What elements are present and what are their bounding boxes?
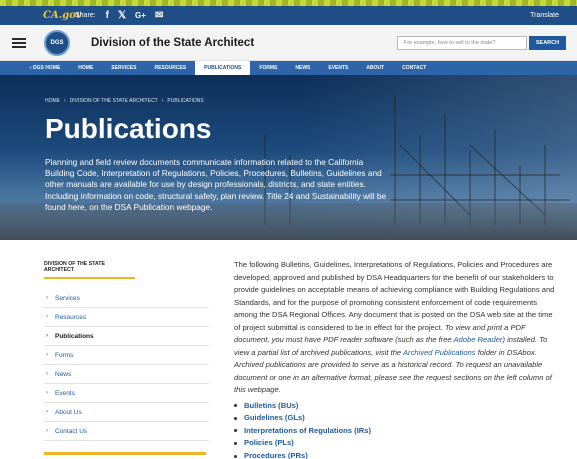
sidebar-item-label: Events: [55, 389, 75, 397]
archived-publications-link[interactable]: Archived Publications: [403, 348, 476, 357]
google-plus-icon[interactable]: G+: [135, 11, 146, 21]
bullet-icon: [234, 429, 237, 433]
sidebar-heading: DIVISION OF THE STATE ARCHITECT: [44, 261, 135, 279]
facebook-icon[interactable]: f: [106, 10, 109, 21]
hero-description: Planning and field review documents comm…: [45, 157, 387, 212]
dgs-seal-logo[interactable]: DGS: [44, 29, 70, 56]
breadcrumb-separator: ›: [161, 98, 164, 104]
nav-item-about[interactable]: ABOUT: [357, 61, 393, 75]
x-icon[interactable]: 𝕏: [118, 10, 126, 21]
link-label: Guidelines (GLs): [244, 413, 305, 423]
link-label: Bulletins (BUs): [244, 400, 299, 410]
nav-item-forms[interactable]: FORMS: [250, 61, 286, 75]
sidebar-item-label: Forms: [55, 351, 74, 359]
adobe-reader-link[interactable]: Adobe Reader: [453, 335, 502, 344]
policies-link[interactable]: Policies (PLs): [234, 437, 559, 450]
sidebar-item-contact-us[interactable]: › Contact Us: [44, 422, 209, 441]
sidebar-item-news[interactable]: › News: [44, 365, 209, 384]
search-input[interactable]: For example, how to sell to the state?: [397, 35, 527, 50]
page-title: Publications: [45, 113, 212, 144]
intro-paragraph: The following Bulletins, Guidelines, Int…: [234, 259, 559, 397]
bullet-icon: [234, 404, 237, 408]
sidebar-item-label: Publications: [55, 332, 94, 340]
chevron-right-icon: ›: [46, 333, 48, 339]
link-label: Procedures (PRs): [244, 450, 308, 459]
bullet-icon: [234, 416, 237, 420]
breadcrumb-current: PUBLICATIONS: [167, 98, 204, 104]
sidebar-item-publications[interactable]: › Publications: [44, 327, 209, 346]
sidebar: DIVISION OF THE STATE ARCHITECT › Service…: [44, 261, 209, 441]
sidebar-item-label: Resources: [55, 313, 87, 321]
breadcrumb-home[interactable]: HOME: [45, 98, 60, 104]
bullet-icon: [234, 454, 237, 458]
chevron-right-icon: ›: [46, 390, 48, 396]
chevron-right-icon: ›: [46, 428, 48, 434]
guidelines-link[interactable]: Guidelines (GLs): [234, 412, 559, 425]
publication-links: Bulletins (BUs) Guidelines (GLs) Interpr…: [234, 400, 559, 459]
site-title[interactable]: Division of the State Architect: [91, 37, 254, 49]
sidebar-item-label: Services: [55, 294, 80, 302]
sidebar-item-label: News: [55, 370, 72, 378]
ca-gov-logo[interactable]: CA.gov: [43, 9, 82, 22]
nav-item-home[interactable]: HOME: [69, 61, 102, 75]
nav-item-events[interactable]: EVENTS: [319, 61, 357, 75]
nav-item-contact[interactable]: CONTACT: [393, 61, 435, 75]
sidebar-footer-accent: [44, 452, 206, 455]
sidebar-item-forms[interactable]: › Forms: [44, 346, 209, 365]
sidebar-item-label: About Us: [55, 408, 82, 416]
translate-link[interactable]: Translate: [530, 12, 559, 19]
nav-item-resources[interactable]: RESOURCES: [145, 61, 195, 75]
chevron-right-icon: ›: [46, 409, 48, 415]
sidebar-list: › Services › Resources › Publications › Form…: [44, 289, 209, 441]
bullet-icon: [234, 442, 237, 446]
sidebar-item-resources[interactable]: › Resources: [44, 308, 209, 327]
sidebar-item-label: Contact Us: [55, 427, 88, 435]
intro-text: The following Bulletins, Guidelines, Int…: [234, 260, 555, 332]
interpretations-link[interactable]: Interpretations of Regulations (IRs): [234, 425, 559, 438]
link-label: Interpretations of Regulations (IRs): [244, 425, 371, 435]
breadcrumb-separator: ›: [64, 98, 66, 104]
nav-item-publications[interactable]: PUBLICATIONS: [195, 61, 251, 75]
chevron-right-icon: ›: [46, 295, 48, 301]
main-content: The following Bulletins, Guidelines, Int…: [234, 259, 559, 459]
site-header: DGS Division of the State Architect For …: [0, 25, 577, 61]
main-nav: ‹ DGS HOME HOME SERVICES RESOURCES PUBLI…: [0, 61, 577, 75]
menu-icon[interactable]: [12, 37, 26, 48]
social-share-icons: f 𝕏 G+ ✉: [106, 10, 164, 21]
sidebar-item-services[interactable]: › Services: [44, 289, 209, 308]
nav-item-news[interactable]: NEWS: [286, 61, 319, 75]
chevron-right-icon: ›: [46, 352, 48, 358]
chevron-right-icon: ›: [46, 371, 48, 377]
link-label: Policies (PLs): [244, 438, 294, 448]
bulletins-link[interactable]: Bulletins (BUs): [234, 400, 559, 413]
sidebar-item-about-us[interactable]: › About Us: [44, 403, 209, 422]
nav-item-dgs-home[interactable]: ‹ DGS HOME: [0, 61, 69, 75]
procedures-link[interactable]: Procedures (PRs): [234, 450, 559, 459]
breadcrumb-division[interactable]: DIVISION OF THE STATE ARCHITECT: [70, 98, 158, 104]
chevron-right-icon: ›: [46, 314, 48, 320]
share-label: Share:: [75, 12, 96, 19]
breadcrumb: HOME › DIVISION OF THE STATE ARCHITECT › PUB…: [45, 98, 208, 104]
sidebar-item-events[interactable]: › Events: [44, 384, 209, 403]
ca-gov-bar: CA.gov Share: f 𝕏 G+ ✉ Translate: [0, 6, 577, 25]
email-icon[interactable]: ✉: [155, 10, 163, 21]
search-button[interactable]: SEARCH: [529, 35, 566, 50]
nav-item-services[interactable]: SERVICES: [102, 61, 145, 75]
hero-banner: HOME › DIVISION OF THE STATE ARCHITECT › PUB…: [0, 75, 577, 240]
